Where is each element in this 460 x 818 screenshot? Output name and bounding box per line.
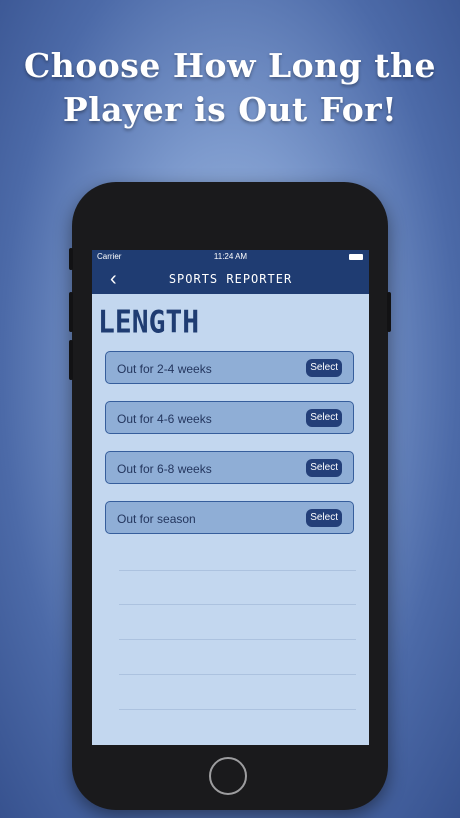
empty-row-separator bbox=[119, 604, 356, 605]
phone-mute-switch bbox=[69, 248, 73, 270]
status-time: 11:24 AM bbox=[213, 252, 248, 261]
empty-row-separator bbox=[119, 639, 356, 640]
empty-row-separator bbox=[119, 674, 356, 675]
battery-icon bbox=[349, 254, 363, 260]
option-row[interactable]: Out for 4-6 weeks Select bbox=[105, 401, 354, 434]
headline-line-2: Player is Out For! bbox=[62, 90, 398, 129]
phone-volume-up bbox=[69, 292, 73, 332]
empty-row-separator bbox=[119, 570, 356, 571]
select-button[interactable]: Select bbox=[306, 409, 342, 427]
option-label: Out for season bbox=[117, 512, 196, 526]
option-label: Out for 6-8 weeks bbox=[117, 462, 212, 476]
nav-bar: ‹ SPORTS REPORTER bbox=[92, 264, 369, 294]
phone-screen: Carrier 11:24 AM ‹ SPORTS REPORTER LENGT… bbox=[92, 250, 369, 745]
option-row[interactable]: Out for season Select bbox=[105, 501, 354, 534]
option-row[interactable]: Out for 2-4 weeks Select bbox=[105, 351, 354, 384]
home-button[interactable] bbox=[209, 757, 247, 795]
option-label: Out for 4-6 weeks bbox=[117, 412, 212, 426]
option-row[interactable]: Out for 6-8 weeks Select bbox=[105, 451, 354, 484]
select-button[interactable]: Select bbox=[306, 509, 342, 527]
nav-title: SPORTS REPORTER bbox=[168, 272, 293, 286]
option-label: Out for 2-4 weeks bbox=[117, 362, 212, 376]
empty-row-separator bbox=[119, 709, 356, 710]
page-title: LENGTH bbox=[98, 304, 200, 341]
phone-power-button bbox=[387, 292, 391, 332]
headline-line-1: Choose How Long the bbox=[24, 46, 436, 85]
status-bar: Carrier 11:24 AM bbox=[92, 250, 369, 264]
promo-headline: Choose How Long the Player is Out For! bbox=[0, 44, 460, 132]
phone-volume-down bbox=[69, 340, 73, 380]
select-button[interactable]: Select bbox=[306, 359, 342, 377]
select-button[interactable]: Select bbox=[306, 459, 342, 477]
